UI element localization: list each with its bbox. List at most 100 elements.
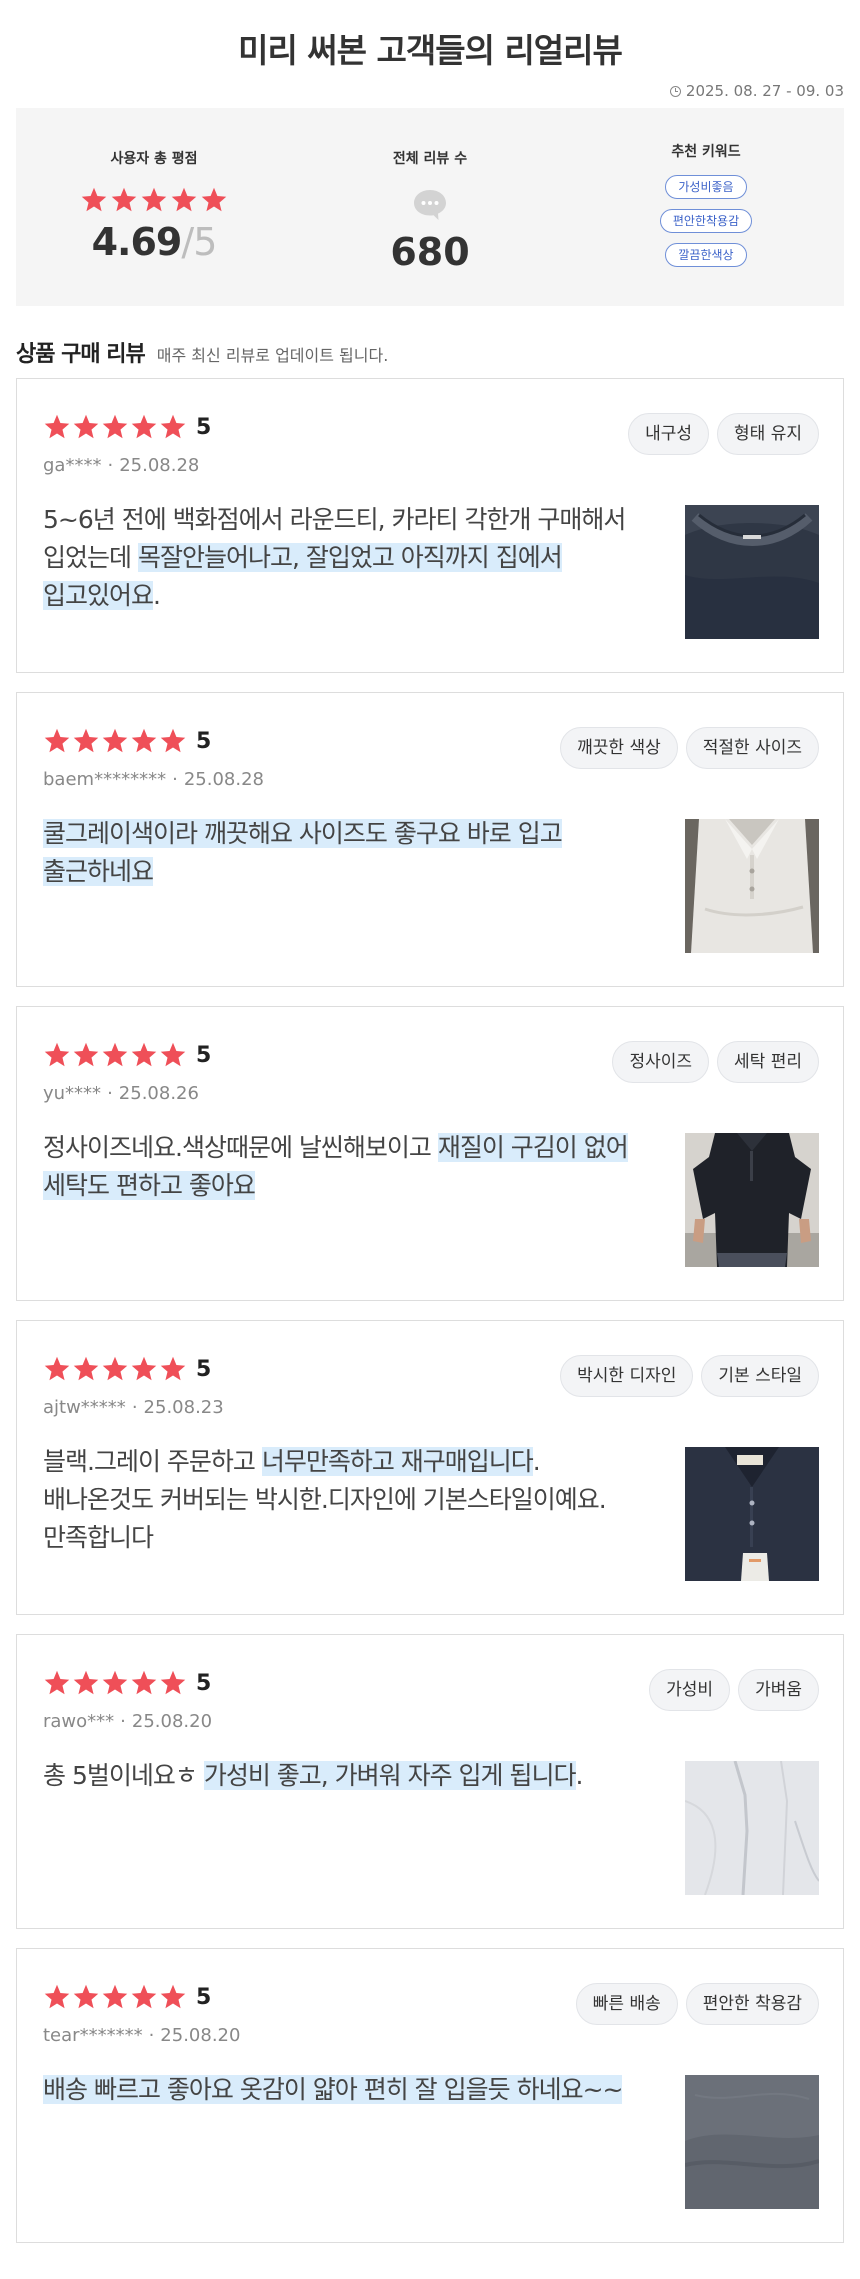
review-tags: 가성비 가벼움 [649, 1669, 819, 1711]
review-text-after: . [153, 581, 161, 610]
star-icon [160, 1356, 186, 1381]
review-card[interactable]: 5 baem******** · 25.08.28 깨끗한 색상 적절한 사이즈 쿨… [16, 692, 844, 987]
star-icon [171, 187, 197, 212]
page-title: 미리 써본 고객들의 리얼리뷰 [238, 31, 623, 70]
review-card[interactable]: 5 tear******* · 25.08.20 빠른 배송 편안한 착용감 배송 … [16, 1948, 844, 2243]
review-section-header: 상품 구매 리뷰 매주 최신 리뷰로 업데이트 됩니다. [16, 336, 388, 368]
review-tag[interactable]: 내구성 [628, 413, 710, 455]
review-score: 5 [196, 1670, 212, 1696]
meta-separator: · [120, 1711, 126, 1732]
rating-summary: 사용자 총 평점 4.69/5 전체 리뷰 수 680 추천 키워드 가성비좋음… [16, 108, 844, 306]
star-icon [131, 414, 157, 439]
chat-bubble-icon [414, 190, 446, 220]
star-icon [131, 728, 157, 753]
review-stars: 5 [43, 1355, 211, 1383]
review-tags: 정사이즈 세탁 편리 [612, 1041, 819, 1083]
dark-tshirt-photo [685, 505, 819, 639]
review-photo[interactable] [685, 1761, 819, 1895]
review-tag[interactable]: 깨끗한 색상 [560, 727, 678, 769]
star-icon [44, 1984, 70, 2009]
review-photo[interactable] [685, 1447, 819, 1581]
review-tag[interactable]: 형태 유지 [717, 413, 819, 455]
review-stars: 5 [43, 413, 211, 441]
star-icon [102, 1984, 128, 2009]
rating-slash: / [181, 220, 194, 264]
review-tag[interactable]: 가벼움 [738, 1669, 819, 1711]
review-text-plain: 정사이즈네요.색상때문에 날씬해보이고 [43, 1133, 438, 1162]
review-user: yu**** [43, 1083, 102, 1104]
review-count-value: 680 [390, 230, 470, 274]
keyword-tag[interactable]: 깔끔한색상 [665, 243, 747, 267]
recommended-keywords: 추천 키워드 가성비좋음 편안한착용감 깔끔한색상 [568, 108, 844, 306]
review-stars: 5 [43, 727, 211, 755]
review-list: 5 ga**** · 25.08.28 내구성 형태 유지 5~6년 전에 백화점에… [16, 378, 844, 2262]
total-review-count: 전체 리뷰 수 680 [292, 108, 568, 306]
review-text: 블랙.그레이 주문하고 너무만족하고 재구매입니다. 배나온것도 커버되는 박시… [43, 1443, 633, 1557]
review-date: 25.08.28 [183, 769, 264, 790]
review-tag[interactable]: 빠른 배송 [575, 1983, 678, 2025]
star-icon [131, 1984, 157, 2009]
review-date: 25.08.26 [118, 1083, 199, 1104]
review-user: tear******* [43, 2025, 143, 2046]
meta-separator: · [107, 455, 114, 476]
star-icon [73, 728, 99, 753]
review-score: 5 [196, 728, 212, 754]
review-card[interactable]: 5 ajtw***** · 25.08.23 박시한 디자인 기본 스타일 블랙.그… [16, 1320, 844, 1615]
review-meta: ga**** · 25.08.28 [43, 455, 199, 476]
review-user: baem******** [43, 769, 167, 790]
review-tags: 빠른 배송 편안한 착용감 [575, 1983, 819, 2025]
review-tag[interactable]: 박시한 디자인 [560, 1355, 694, 1397]
review-count-label: 전체 리뷰 수 [392, 151, 468, 167]
review-text-highlight: 너무만족하고 재구매입니다 [261, 1447, 534, 1476]
star-icon [102, 1356, 128, 1381]
review-meta: tear******* · 25.08.20 [43, 2025, 240, 2046]
review-tag[interactable]: 가성비 [649, 1669, 731, 1711]
gray-polo-photo [685, 819, 819, 953]
star-icon [131, 1042, 157, 1067]
review-user: ajtw***** [43, 1397, 126, 1418]
review-date: 25.08.28 [119, 455, 200, 476]
review-tag[interactable]: 편안한 착용감 [685, 1983, 819, 2025]
keyword-tag[interactable]: 가성비좋음 [665, 175, 747, 199]
review-photo[interactable] [685, 2075, 819, 2209]
star-icon [102, 1670, 128, 1695]
review-tag[interactable]: 적절한 사이즈 [685, 727, 819, 769]
review-text-highlight: 가성비 좋고, 가벼워 자주 입게 됩니다 [203, 1761, 576, 1790]
star-icon [73, 1984, 99, 2009]
review-card[interactable]: 5 yu**** · 25.08.26 정사이즈 세탁 편리 정사이즈네요.색상때문… [16, 1006, 844, 1301]
review-card[interactable]: 5 rawo*** · 25.08.20 가성비 가벼움 총 5벌이네요ㅎ 가성비 … [16, 1634, 844, 1929]
star-icon [44, 728, 70, 753]
review-tag[interactable]: 기본 스타일 [701, 1355, 819, 1397]
keyword-tag[interactable]: 편안한착용감 [659, 209, 753, 233]
gray-fabric-photo [685, 2075, 819, 2209]
review-card[interactable]: 5 ga**** · 25.08.28 내구성 형태 유지 5~6년 전에 백화점에… [16, 378, 844, 673]
review-photo[interactable] [685, 505, 819, 639]
review-text-highlight: 배송 빠르고 좋아요 옷감이 얇아 편히 잘 입을듯 하네요~~ [43, 2075, 623, 2104]
review-score: 5 [196, 1984, 212, 2010]
review-tag[interactable]: 세탁 편리 [717, 1041, 819, 1083]
review-tag[interactable]: 정사이즈 [612, 1041, 710, 1083]
meta-separator: · [148, 2025, 155, 2046]
star-icon [44, 1670, 70, 1695]
review-photo[interactable] [685, 819, 819, 953]
review-text-plain: 블랙.그레이 주문하고 [43, 1447, 262, 1476]
star-icon [73, 1670, 99, 1695]
total-rating: 사용자 총 평점 4.69/5 [16, 108, 292, 306]
star-icon [160, 414, 186, 439]
star-icon [160, 1984, 186, 2009]
star-icon [160, 1670, 186, 1695]
review-text: 총 5벌이네요ㅎ 가성비 좋고, 가벼워 자주 입게 됩니다. [43, 1757, 633, 1795]
star-icon [73, 1042, 99, 1067]
review-stars: 5 [43, 1041, 211, 1069]
review-period: 2025. 08. 27 - 09. 03 [669, 82, 844, 100]
star-icon [160, 728, 186, 753]
review-photo[interactable] [685, 1133, 819, 1267]
white-polo-photo [685, 1761, 819, 1895]
review-meta: baem******** · 25.08.28 [43, 769, 264, 790]
review-text-after: . [575, 1761, 584, 1790]
star-icon [131, 1356, 157, 1381]
star-icon [73, 1356, 99, 1381]
star-icon [111, 187, 137, 212]
star-icon [44, 1356, 70, 1381]
rating-max: 5 [193, 220, 217, 264]
